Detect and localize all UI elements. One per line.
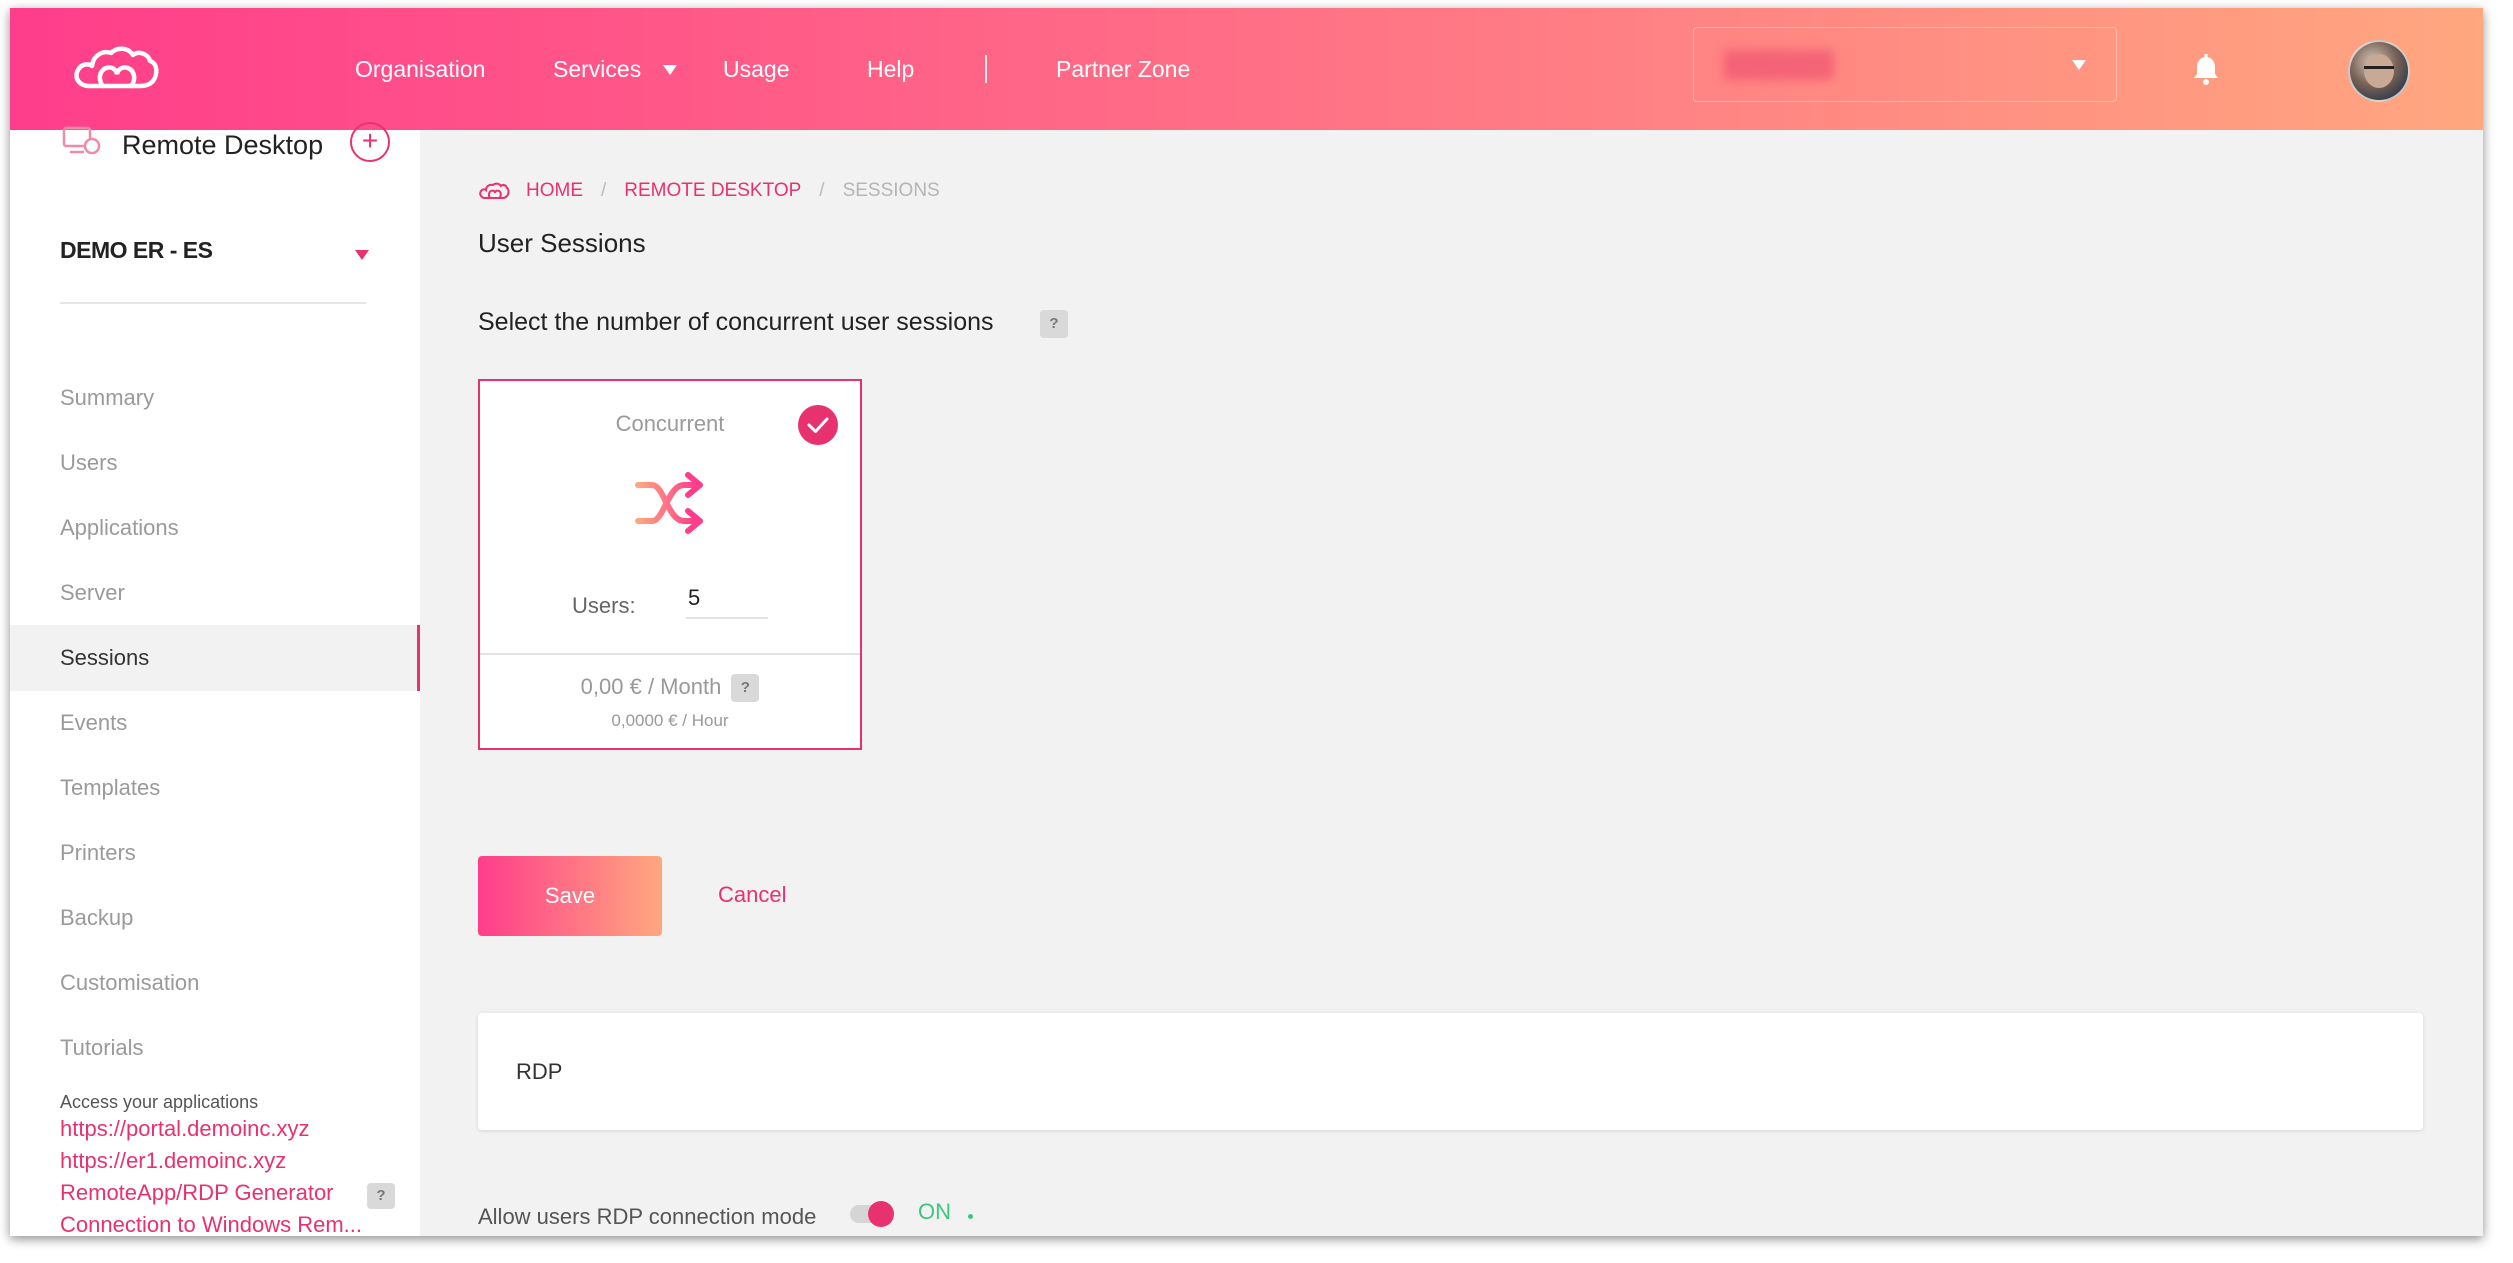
status-dot [968,1214,973,1219]
sidebar-item-summary[interactable]: Summary [10,365,420,431]
nav-services[interactable]: Services [553,55,678,83]
nav-services-label: Services [553,55,642,82]
sidebar: Remote Desktop + DEMO ER - ES Summary Us… [10,122,420,1236]
help-icon[interactable]: ? [367,1183,395,1209]
monthly-price-text: 0,00 € / Month [580,674,722,699]
windows-connection-link[interactable]: Connection to Windows Rem... [60,1212,362,1236]
toggle-state-label: ON [918,1199,951,1224]
allow-rdp-label: Allow users RDP connection mode [478,1204,817,1229]
page-title: User Sessions [478,228,646,258]
rdp-label: RDP [516,1059,563,1084]
breadcrumb-remote-desktop[interactable]: REMOTE DESKTOP [624,180,801,202]
breadcrumb-home[interactable]: HOME [526,180,583,202]
er1-link[interactable]: https://er1.demoinc.xyz [60,1148,286,1174]
sidebar-item-sessions[interactable]: Sessions [10,625,420,691]
check-icon [798,405,838,445]
sidebar-item-users[interactable]: Users [10,430,420,496]
remote-desktop-icon [62,126,101,155]
chevron-down-icon [663,65,678,76]
concurrent-session-card[interactable]: Concurrent Users: 5 0,00 € / Month? 0,00… [478,379,862,750]
plus-icon[interactable]: + [350,122,390,162]
organisation-select[interactable] [1693,27,2117,102]
bell-icon[interactable] [2188,52,2224,88]
app-window: Organisation Services Usage Help Partner… [10,8,2483,1236]
breadcrumb-current: SESSIONS [842,180,940,201]
breadcrumb-separator: / [601,180,607,201]
cloud-home-icon[interactable] [478,181,510,201]
cloud-logo-icon[interactable] [70,44,160,94]
nav-organisation[interactable]: Organisation [355,56,485,83]
sidebar-title: Remote Desktop [122,130,324,160]
avatar[interactable] [2348,40,2410,102]
access-apps-label: Access your applications [60,1092,259,1112]
rdp-section: RDP [478,1013,2423,1130]
chevron-down-icon [2072,60,2086,70]
help-icon[interactable]: ? [731,674,760,703]
sidebar-item-server[interactable]: Server [10,560,420,626]
help-icon[interactable]: ? [1040,310,1068,338]
nav-usage[interactable]: Usage [723,56,789,83]
nav-partner-zone[interactable]: Partner Zone [1056,56,1190,83]
sidebar-item-printers[interactable]: Printers [10,820,420,886]
sidebar-item-backup[interactable]: Backup [10,885,420,951]
nav-divider [985,55,987,83]
breadcrumb: HOME / REMOTE DESKTOP / SESSIONS [478,180,940,202]
cancel-button[interactable]: Cancel [718,882,786,908]
shuffle-icon [635,472,703,534]
section-heading: Select the number of concurrent user ses… [478,308,994,336]
sidebar-item-tutorials[interactable]: Tutorials [10,1015,420,1081]
nav-help[interactable]: Help [867,56,914,83]
org-select-value-redacted [1724,50,1834,80]
toggle-knob [868,1201,894,1227]
sidebar-item-templates[interactable]: Templates [10,755,420,821]
chevron-down-icon[interactable] [355,250,369,260]
portal-link[interactable]: https://portal.demoinc.xyz [60,1116,309,1142]
sidebar-item-customisation[interactable]: Customisation [10,950,420,1016]
rdp-generator-link[interactable]: RemoteApp/RDP Generator [60,1180,334,1206]
hourly-price: 0,0000 € / Hour [611,711,729,730]
users-label: Users: [572,593,636,618]
save-button[interactable]: Save [478,856,662,936]
sidebar-item-events[interactable]: Events [10,690,420,756]
breadcrumb-separator: / [819,180,825,201]
top-bar: Organisation Services Usage Help Partner… [10,8,2483,130]
avatar-glasses [2364,66,2394,73]
rdp-mode-toggle[interactable] [850,1201,894,1227]
organisation-switcher[interactable]: DEMO ER - ES [60,237,213,264]
divider [60,302,366,304]
monthly-price: 0,00 € / Month? [480,674,860,703]
users-count-input[interactable]: 5 [686,577,768,619]
divider [480,653,860,655]
sidebar-item-applications[interactable]: Applications [10,495,420,561]
